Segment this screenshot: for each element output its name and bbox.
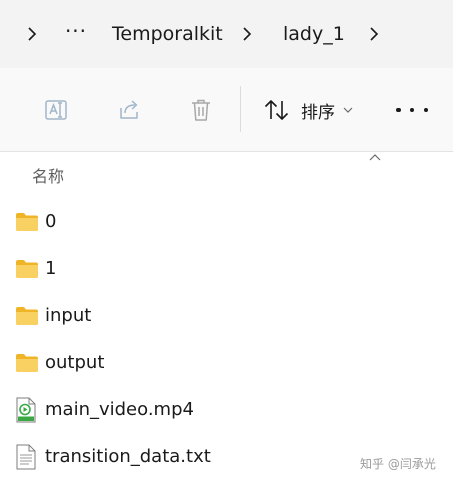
breadcrumb-item-temporalkit[interactable]: Temporalkit	[112, 22, 223, 46]
file-name: main_video.mp4	[45, 399, 194, 420]
chevron-right-icon[interactable]	[367, 24, 381, 44]
share-icon	[120, 100, 138, 119]
rename-icon	[45, 100, 67, 120]
rename-button[interactable]	[40, 94, 72, 126]
breadcrumb-more-button[interactable]: ···	[62, 21, 90, 44]
chevron-right-icon[interactable]	[25, 24, 39, 44]
file-list: 名称 0 1 input output main_video.mp4 trans…	[0, 152, 453, 487]
more-icon	[409, 107, 415, 113]
video-file-icon	[16, 397, 36, 423]
command-toolbar: 排序	[0, 68, 453, 152]
list-item[interactable]: output	[0, 341, 453, 385]
chevron-down-icon	[343, 107, 353, 113]
list-item[interactable]: input	[0, 294, 453, 338]
folder-icon	[16, 213, 38, 231]
file-name: transition_data.txt	[45, 446, 211, 467]
more-options-button[interactable]	[396, 98, 428, 122]
folder-icon	[16, 307, 38, 325]
sort-ascending-caret-icon	[369, 154, 381, 161]
list-item[interactable]: 0	[0, 200, 453, 244]
folder-icon	[16, 354, 38, 372]
more-icon	[423, 107, 428, 113]
list-item[interactable]: 1	[0, 247, 453, 291]
file-name: input	[45, 305, 92, 326]
sort-label: 排序	[301, 102, 335, 123]
delete-button[interactable]	[185, 94, 217, 126]
file-name: 1	[45, 258, 57, 279]
list-item[interactable]: main_video.mp4	[0, 388, 453, 432]
trash-icon	[192, 99, 210, 121]
file-name: output	[45, 352, 105, 373]
sort-icon	[264, 100, 289, 120]
more-icon	[396, 107, 401, 113]
file-name: 0	[45, 211, 57, 232]
folder-icon	[16, 260, 38, 278]
chevron-right-icon[interactable]	[240, 24, 254, 44]
watermark: 知乎 @闫承光	[360, 457, 436, 471]
toolbar-divider	[240, 86, 241, 132]
breadcrumb-item-lady-1[interactable]: lady_1	[283, 22, 345, 46]
breadcrumb: ··· Temporalkit lady_1	[0, 0, 453, 68]
share-button[interactable]	[113, 94, 145, 126]
file-explorer-window: ··· Temporalkit lady_1 排序 名称 0 1 input o…	[0, 0, 453, 487]
sort-button[interactable]: 排序	[262, 96, 353, 124]
text-file-icon	[16, 444, 36, 470]
column-header-name[interactable]: 名称	[32, 163, 64, 187]
